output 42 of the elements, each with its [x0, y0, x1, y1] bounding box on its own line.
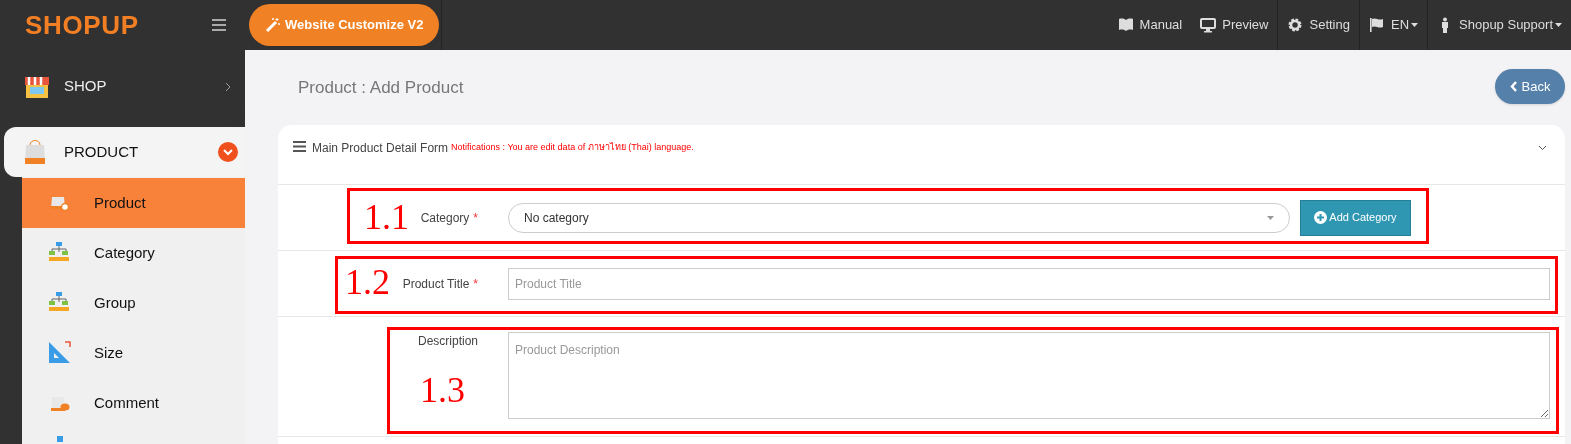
nav-link[interactable]: EN — [1358, 0, 1428, 50]
monitor-icon — [1200, 17, 1217, 33]
sidebar-item[interactable]: Category — [22, 228, 245, 278]
field-label: Product Title — [402, 275, 470, 293]
required-mark: * — [473, 209, 478, 227]
sidebar-item[interactable]: Size — [22, 328, 245, 378]
settings-icon — [1287, 17, 1304, 33]
hierarchy-icon — [57, 436, 63, 442]
back-button[interactable]: Back — [1495, 69, 1565, 104]
sidebar-section[interactable]: PRODUCT — [4, 127, 245, 177]
annotation-number: 1.3 — [420, 372, 465, 408]
menu-icon — [293, 141, 306, 152]
page-title: Product : Add Product — [298, 76, 464, 99]
annotation-number: 1.2 — [345, 264, 390, 300]
logo: SHOPUP — [24, 8, 140, 42]
book-icon — [1117, 17, 1134, 33]
form-title: Main Product Detail Form — [312, 140, 449, 157]
plus-circle-icon — [1314, 211, 1328, 224]
nav-link[interactable]: Manual — [1108, 0, 1192, 50]
field-label: Description — [417, 333, 478, 350]
sidebar-section[interactable]: SHOP — [0, 50, 245, 123]
product-title-field[interactable]: Product Title — [508, 267, 1550, 300]
chevron-right-icon — [225, 81, 231, 92]
shopping-bag-icon — [24, 139, 46, 165]
sidebar-item[interactable]: Product — [22, 178, 245, 228]
required-mark: * — [473, 275, 478, 293]
nav-link[interactable]: Shopup Support — [1427, 0, 1571, 50]
chevron-left-icon — [1509, 81, 1517, 92]
caret-icon — [1267, 215, 1274, 220]
field-label: Category — [420, 209, 470, 227]
magic-wand-icon — [265, 17, 281, 33]
notification-text: Notifications : You are edit data of ภาษาไทย (Thai) language. — [451, 141, 694, 154]
nav-link[interactable]: Setting — [1277, 0, 1359, 50]
flag-icon — [1368, 17, 1385, 33]
ruler-triangle-icon — [48, 341, 72, 365]
nav-link[interactable]: Preview — [1191, 0, 1278, 50]
menu-icon — [212, 19, 226, 31]
annotation-number: 1.1 — [364, 199, 409, 235]
sidebar-item[interactable]: Comment — [22, 378, 245, 428]
chevron-down-icon — [1538, 145, 1547, 151]
description-field[interactable]: Product Description — [508, 332, 1550, 419]
sidebar-item[interactable]: Group — [22, 278, 245, 328]
